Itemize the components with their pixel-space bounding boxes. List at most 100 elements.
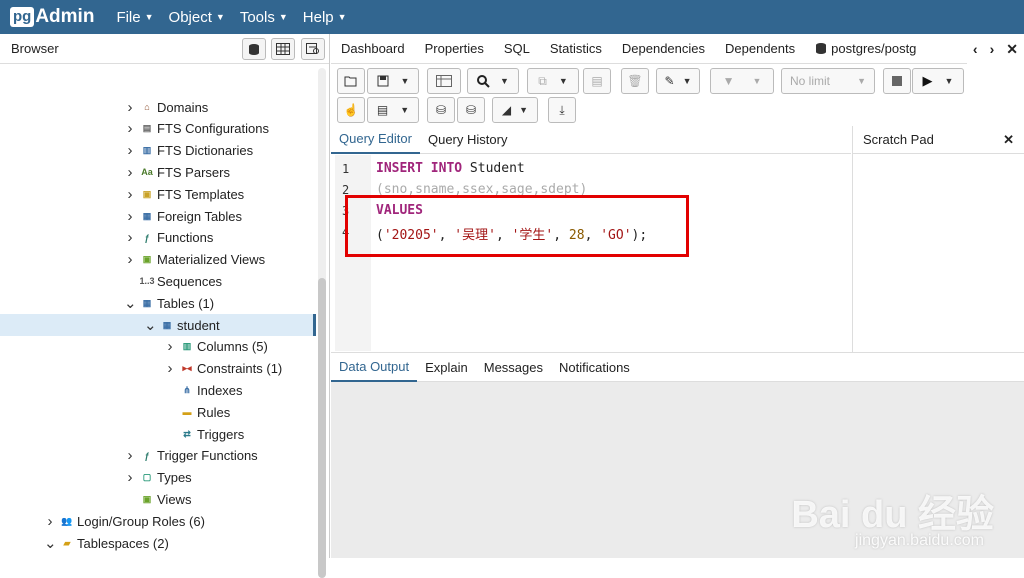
baidu-watermark: Bai du 经验 <box>791 483 994 538</box>
browser-header: Browser <box>0 34 329 64</box>
chevron-right-icon[interactable]: › <box>124 142 136 159</box>
chevron-right-icon[interactable]: › <box>124 229 136 246</box>
execute-button[interactable]: ▶▼ <box>912 68 964 94</box>
chevron-down-icon[interactable]: ⌄ <box>144 316 156 334</box>
tab-sql[interactable]: SQL <box>504 41 530 56</box>
browser-title: Browser <box>11 41 59 56</box>
close-icon[interactable]: ✕ <box>1003 132 1014 148</box>
tree-item[interactable]: ›▥Columns (5) <box>0 336 316 358</box>
tab-messages[interactable]: Messages <box>476 352 551 382</box>
tree-item[interactable]: ⋔Indexes <box>0 379 316 401</box>
filter-button[interactable]: ▼▼ <box>710 68 774 94</box>
chevron-down-icon: ▼ <box>145 12 154 22</box>
indexes-icon: ⋔ <box>180 383 194 397</box>
close-tab-icon[interactable]: ✕ <box>1006 41 1018 58</box>
find-button[interactable]: ▼ <box>467 68 519 94</box>
object-tree: ›⌂Domains›▤FTS Configurations›▥FTS Dicti… <box>0 64 329 558</box>
tab-prev-icon[interactable]: ‹ <box>973 41 978 57</box>
chevron-right-icon[interactable]: › <box>124 447 136 464</box>
chevron-right-icon[interactable]: › <box>124 208 136 225</box>
tree-item[interactable]: ›▦Foreign Tables <box>0 205 316 227</box>
tab-statistics[interactable]: Statistics <box>550 41 602 56</box>
explain-analyze-button[interactable]: ▤▼ <box>367 97 419 123</box>
edit-data-icon[interactable] <box>427 68 461 94</box>
menu-file[interactable]: File▼ <box>116 9 153 26</box>
commit-icon[interactable]: ⛁ <box>427 97 455 123</box>
types-icon: ▢ <box>140 471 154 485</box>
save-file-button[interactable]: ▼ <box>367 68 419 94</box>
chevron-right-icon[interactable]: › <box>44 513 56 530</box>
tree-item[interactable]: 1..3Sequences <box>0 270 316 292</box>
tree-item[interactable]: ▰pg_default <box>0 554 316 558</box>
menu-help[interactable]: Help▼ <box>303 9 347 26</box>
tab-data-output[interactable]: Data Output <box>331 352 417 382</box>
row-limit-select[interactable]: No limit ▼ <box>781 68 875 94</box>
chevron-right-icon[interactable]: › <box>124 164 136 181</box>
chevron-down-icon[interactable]: ⌄ <box>44 534 56 552</box>
tree-item-label: Tablespaces (2) <box>77 536 169 551</box>
stop-icon[interactable] <box>883 68 911 94</box>
chevron-right-icon[interactable]: › <box>164 338 176 355</box>
tree-item[interactable]: ›ƒFunctions <box>0 227 316 249</box>
tab-query-tool[interactable]: postgres/postg <box>815 41 916 56</box>
search-objects-icon[interactable] <box>301 38 325 60</box>
paste-icon[interactable]: ▤ <box>583 68 611 94</box>
tree-item[interactable]: ⇄Triggers <box>0 423 316 445</box>
tree-item[interactable]: ▬Rules <box>0 401 316 423</box>
tree-item-label: Tables (1) <box>157 296 214 311</box>
tab-properties[interactable]: Properties <box>425 41 484 56</box>
tree-item[interactable]: ⌄▰Tablespaces (2) <box>0 532 316 554</box>
tree-item[interactable]: ›▸◂Constraints (1) <box>0 358 316 380</box>
tab-dashboard[interactable]: Dashboard <box>341 41 405 56</box>
chevron-right-icon[interactable]: › <box>124 186 136 203</box>
explain-icon[interactable]: ☝ <box>337 97 365 123</box>
tree-item[interactable]: ›⌂Domains <box>0 96 316 118</box>
chevron-right-icon[interactable]: › <box>124 120 136 137</box>
delete-icon[interactable]: 🗑 <box>621 68 649 94</box>
tab-query-history[interactable]: Query History <box>420 126 515 154</box>
tab-notifications[interactable]: Notifications <box>551 352 638 382</box>
open-file-icon[interactable] <box>337 68 365 94</box>
tree-item[interactable]: ›AaFTS Parsers <box>0 161 316 183</box>
tree-item[interactable]: ›▢Types <box>0 467 316 489</box>
tree-item[interactable]: ▣Views <box>0 488 316 510</box>
database-icon[interactable] <box>242 38 266 60</box>
tab-dependents[interactable]: Dependents <box>725 41 795 56</box>
tree-item[interactable]: ›▥FTS Dictionaries <box>0 140 316 162</box>
chevron-down-icon[interactable]: ⌄ <box>124 294 136 312</box>
foreign-table-icon: ▦ <box>140 209 154 223</box>
tab-query-editor[interactable]: Query Editor <box>331 126 420 154</box>
download-icon[interactable]: ⤓ <box>548 97 576 123</box>
copy-button[interactable]: ⧉▼ <box>527 68 579 94</box>
menu-tools[interactable]: Tools▼ <box>240 9 288 26</box>
tree-item[interactable]: ›▣FTS Templates <box>0 183 316 205</box>
chevron-right-icon[interactable]: › <box>124 469 136 486</box>
fts-config-icon: ▤ <box>140 122 154 136</box>
tree-item[interactable]: ›👥Login/Group Roles (6) <box>0 510 316 532</box>
chevron-down-icon: ▼ <box>559 76 568 86</box>
output-tabs: Data Output Explain Messages Notificatio… <box>331 352 1024 382</box>
chevron-down-icon: ▼ <box>216 12 225 22</box>
edit-button[interactable]: ✎▼ <box>656 68 700 94</box>
chevron-right-icon[interactable]: › <box>164 360 176 377</box>
chevron-right-icon[interactable]: › <box>124 99 136 116</box>
tree-item-label: Login/Group Roles (6) <box>77 514 205 529</box>
tab-explain[interactable]: Explain <box>417 352 476 382</box>
tree-item[interactable]: ›ƒTrigger Functions <box>0 445 316 467</box>
clear-button[interactable]: ◢▼ <box>492 97 538 123</box>
tab-dependencies[interactable]: Dependencies <box>622 41 705 56</box>
tree-item[interactable]: ›▣Materialized Views <box>0 249 316 271</box>
tree-item[interactable]: ⌄▦student <box>0 314 316 336</box>
tree-item[interactable]: ⌄▦Tables (1) <box>0 292 316 314</box>
menu-object[interactable]: Object▼ <box>169 9 225 26</box>
browser-scrollbar-thumb[interactable] <box>318 278 326 578</box>
tree-item[interactable]: ›▤FTS Configurations <box>0 118 316 140</box>
rollback-icon[interactable]: ⛁ <box>457 97 485 123</box>
tab-next-icon[interactable]: › <box>990 41 995 57</box>
chevron-right-icon[interactable]: › <box>124 251 136 268</box>
triggers-icon: ⇄ <box>180 427 194 441</box>
grid-view-icon[interactable] <box>271 38 295 60</box>
tree-item-label: Sequences <box>157 274 222 289</box>
code-line-1[interactable]: INSERT INTO Student <box>376 161 525 176</box>
tree-item-label: Rules <box>197 405 230 420</box>
